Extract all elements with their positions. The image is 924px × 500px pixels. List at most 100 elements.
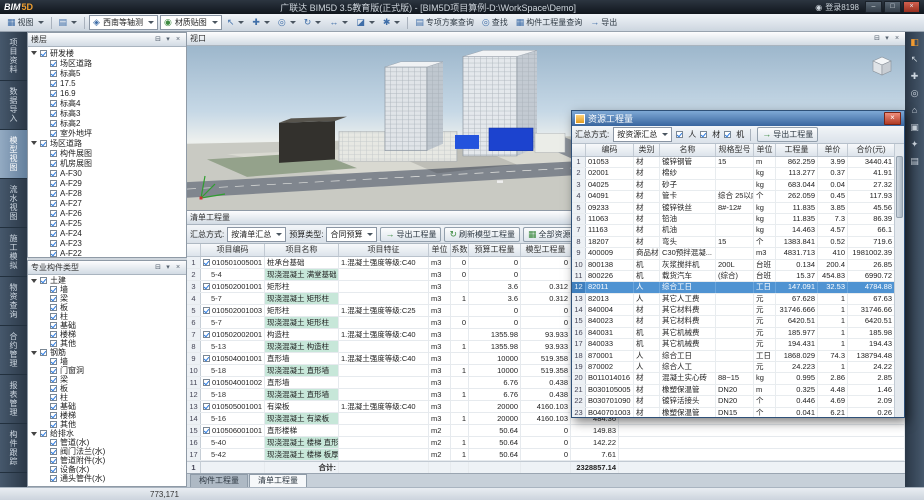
viewport-tool-button[interactable]: ↻ (301, 17, 325, 28)
viewport-tool-button[interactable]: ◎ (275, 17, 299, 28)
resource-row[interactable]: 4 04091 材 管卡 综合 25以内 个 262.059 0.45 117.… (572, 191, 895, 202)
column-header[interactable]: 类别 (634, 144, 660, 156)
checkbox[interactable] (50, 190, 57, 197)
checkbox[interactable] (50, 304, 57, 311)
resource-filter-checkbox[interactable]: 机 (724, 129, 744, 140)
column-header[interactable] (187, 244, 201, 256)
checkbox[interactable] (50, 340, 57, 347)
resource-row[interactable]: 12 82011 人 综合工日 工日 147.091 32.53 4784.88 (572, 282, 895, 293)
resource-row[interactable]: 23 B040701003 材 橡塑保温管 DN15 个 0.041 6.21 … (572, 408, 895, 417)
window-close-button[interactable]: × (884, 112, 901, 125)
viewport-tool-button[interactable]: ✚ (249, 17, 273, 28)
view-menu-button[interactable]: ▦ 视图 (4, 16, 47, 29)
toolbar-action-button[interactable]: → 导出 (587, 16, 620, 29)
checkbox[interactable] (50, 200, 57, 207)
type-tree-item[interactable]: 给排水 (28, 429, 186, 438)
floor-tree-item[interactable]: 标高5 (28, 68, 186, 78)
checkbox[interactable] (50, 150, 57, 157)
checkbox[interactable] (40, 50, 47, 57)
column-header[interactable]: 工程量 (776, 144, 818, 156)
right-strip-tool-icon[interactable]: ◎ (907, 86, 922, 100)
chevron-down-icon[interactable]: ▾ (163, 262, 173, 273)
nav-tab[interactable]: 物资查询 (0, 277, 27, 326)
type-tree-item[interactable]: 基础 (28, 402, 186, 411)
checkbox[interactable] (50, 295, 57, 302)
floor-tree-item[interactable]: 机房展图 (28, 158, 186, 168)
resource-row[interactable]: 7 11163 材 机油 kg 14.463 4.57 66.1 (572, 225, 895, 236)
table-row[interactable]: 17 5-42 现浇混凝土 楼梯 板厚度每增减10mm m2 1 50.64 0… (187, 449, 905, 461)
checkbox[interactable] (40, 140, 47, 147)
checkbox[interactable] (50, 170, 57, 177)
checkbox[interactable] (50, 120, 57, 127)
checkbox[interactable] (40, 349, 47, 356)
checkbox[interactable] (50, 439, 57, 446)
toolbar-action-button[interactable]: ▦ 构件工程量查询 (513, 16, 586, 29)
checkbox[interactable] (50, 60, 57, 67)
type-tree-item[interactable]: 其他 (28, 420, 186, 429)
type-tree-item[interactable]: 板 (28, 384, 186, 393)
right-strip-tool-icon[interactable]: ◧ (907, 35, 922, 49)
type-tree-item[interactable]: 管道(水) (28, 438, 186, 447)
budget-type-select[interactable]: 合同预算 (326, 227, 377, 242)
nav-tab[interactable]: 构件跟踪 (0, 424, 27, 473)
row-checkbox[interactable] (203, 259, 210, 266)
resource-row[interactable]: 17 840033 机 其它机械费 元 194.431 1 194.43 (572, 339, 895, 350)
floor-tree-item[interactable]: 构件展图 (28, 148, 186, 158)
floor-tree-item[interactable]: 标高4 (28, 98, 186, 108)
resource-row[interactable]: 10 800138 机 灰浆搅拌机 200L 台班 0.134 200.4 26… (572, 260, 895, 271)
floor-tree-item[interactable]: 16.9 (28, 88, 186, 98)
column-header[interactable]: 项目特征 (339, 244, 429, 256)
checkbox[interactable] (50, 376, 57, 383)
minimize-button[interactable]: – (865, 1, 882, 13)
floor-tree-item[interactable]: 标高3 (28, 108, 186, 118)
viewport-tool-button[interactable]: ✱ (380, 17, 404, 28)
type-tree-item[interactable]: 板 (28, 303, 186, 312)
layout-button[interactable]: ▤ (56, 17, 81, 28)
pin-icon[interactable]: ⊟ (153, 34, 163, 45)
checkbox[interactable] (50, 403, 57, 410)
quantity-action-button[interactable]: ↻ 刷新模型工程量 (444, 227, 520, 242)
right-strip-tool-icon[interactable]: ✚ (907, 69, 922, 83)
checkbox[interactable] (50, 385, 57, 392)
floor-tree-item[interactable]: A-F29 (28, 178, 186, 188)
checkbox[interactable] (50, 130, 57, 137)
resource-row[interactable]: 8 18207 材 弯头 15 个 1383.841 0.52 719.6 (572, 237, 895, 248)
type-tree-item[interactable]: 管道附件(水) (28, 456, 186, 465)
quantity-action-button[interactable]: → 导出工程量 (380, 227, 441, 242)
resource-row[interactable]: 3 04025 材 砂子 kg 683.044 0.04 27.32 (572, 180, 895, 191)
column-header[interactable]: 单价 (818, 144, 848, 156)
row-checkbox[interactable] (203, 307, 210, 314)
viewport-tool-button[interactable]: ◪ (353, 17, 378, 28)
floor-tree-item[interactable]: 室外地坪 (28, 128, 186, 138)
checkbox[interactable] (50, 457, 57, 464)
checkbox[interactable] (50, 230, 57, 237)
maximize-button[interactable]: □ (884, 1, 901, 13)
type-tree-item[interactable]: 其他 (28, 339, 186, 348)
nav-tab[interactable]: 项目资料 (0, 32, 27, 81)
nav-tab[interactable]: 施工模拟 (0, 228, 27, 277)
resource-window-titlebar[interactable]: 资源工程量 × (572, 111, 904, 126)
floor-tree-item[interactable]: 17.5 (28, 78, 186, 88)
type-tree-item[interactable]: 柱 (28, 312, 186, 321)
checkbox[interactable] (50, 180, 57, 187)
right-strip-tool-icon[interactable]: ✦ (907, 137, 922, 151)
type-tree-item[interactable]: 阀门法兰(水) (28, 447, 186, 456)
user-account[interactable]: ◉ 登录8198 (815, 2, 859, 13)
type-tree-item[interactable]: 梁 (28, 375, 186, 384)
dock-tab[interactable]: 清单工程量 (249, 474, 307, 487)
floor-tree-item[interactable]: A-F24 (28, 228, 186, 238)
type-tree-item[interactable]: 基础 (28, 321, 186, 330)
checkbox[interactable] (50, 286, 57, 293)
export-quantity-button[interactable]: → 导出工程量 (757, 127, 818, 142)
checkbox[interactable] (50, 331, 57, 338)
column-header[interactable]: 单位 (754, 144, 776, 156)
checkbox[interactable] (50, 394, 57, 401)
nav-tab[interactable]: 报表管理 (0, 375, 27, 424)
checkbox[interactable] (50, 412, 57, 419)
checkbox[interactable] (50, 367, 57, 374)
view-cube[interactable] (869, 52, 895, 78)
resource-row[interactable]: 13 82013 人 其它人工费 元 67.628 1 67.63 (572, 294, 895, 305)
type-tree-item[interactable]: 通头管件(水) (28, 474, 186, 483)
column-header[interactable] (572, 144, 586, 156)
floor-tree-item[interactable]: A-F26 (28, 208, 186, 218)
